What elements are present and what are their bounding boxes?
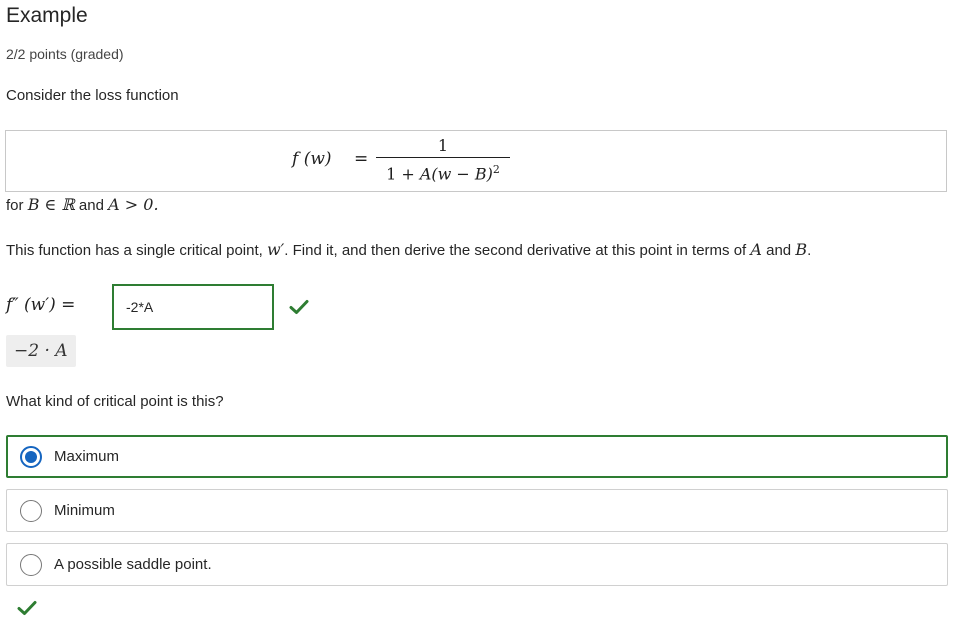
variable-a: A <box>750 240 762 259</box>
problem-prompt: Consider the loss function <box>6 87 179 104</box>
question1-and: and <box>761 242 796 259</box>
answer-label: f″ (w′) = <box>6 295 76 315</box>
option-label: A possible saddle point. <box>54 556 212 573</box>
correct-check-icon <box>289 300 309 314</box>
condition-math-b: B ∈ ℝ <box>27 195 75 214</box>
equation-lhs: f (w) <box>292 149 332 169</box>
denominator-exponent: 2 <box>492 163 500 176</box>
radio-button[interactable] <box>20 500 42 522</box>
critical-point-symbol: w′ <box>266 240 285 259</box>
equation-equals: = <box>354 149 369 169</box>
equation-display: f (w) = 1 1 + A(w − B)2 <box>5 130 947 192</box>
radio-button-selected[interactable] <box>20 446 42 468</box>
option-maximum[interactable]: Maximum <box>6 435 948 478</box>
condition-math-a: A > 0. <box>108 195 159 214</box>
denominator-prefix: 1 + <box>386 164 420 184</box>
condition-and: and <box>74 197 109 214</box>
question1-text-after: . Find it, and then derive the second de… <box>284 242 751 259</box>
answer-input[interactable] <box>112 284 274 330</box>
condition-for: for <box>6 197 28 214</box>
question1-period: . <box>807 242 812 259</box>
variable-b: B <box>795 240 808 259</box>
points-label: 2/2 points (graded) <box>6 46 124 62</box>
question-second-derivative: This function has a single critical poin… <box>6 240 811 259</box>
question-critical-point-type: What kind of critical point is this? <box>6 393 224 410</box>
option-saddle-point[interactable]: A possible saddle point. <box>6 543 948 586</box>
radio-button[interactable] <box>20 554 42 576</box>
equation-fraction: 1 1 + A(w − B)2 <box>374 135 512 186</box>
question1-text-before: This function has a single critical poin… <box>6 242 267 259</box>
option-label: Maximum <box>54 448 120 465</box>
option-minimum[interactable]: Minimum <box>6 489 948 532</box>
answer-preview: −2 · A <box>6 335 76 367</box>
fraction-denominator: 1 + A(w − B)2 <box>374 158 512 186</box>
correct-check-icon <box>17 601 37 615</box>
denominator-variable: A(w − B) <box>419 164 493 184</box>
option-label: Minimum <box>54 502 115 519</box>
parameter-condition: for B ∈ ℝ and A > 0. <box>6 195 159 214</box>
problem-title: Example <box>6 4 88 27</box>
fraction-numerator: 1 <box>437 136 449 155</box>
